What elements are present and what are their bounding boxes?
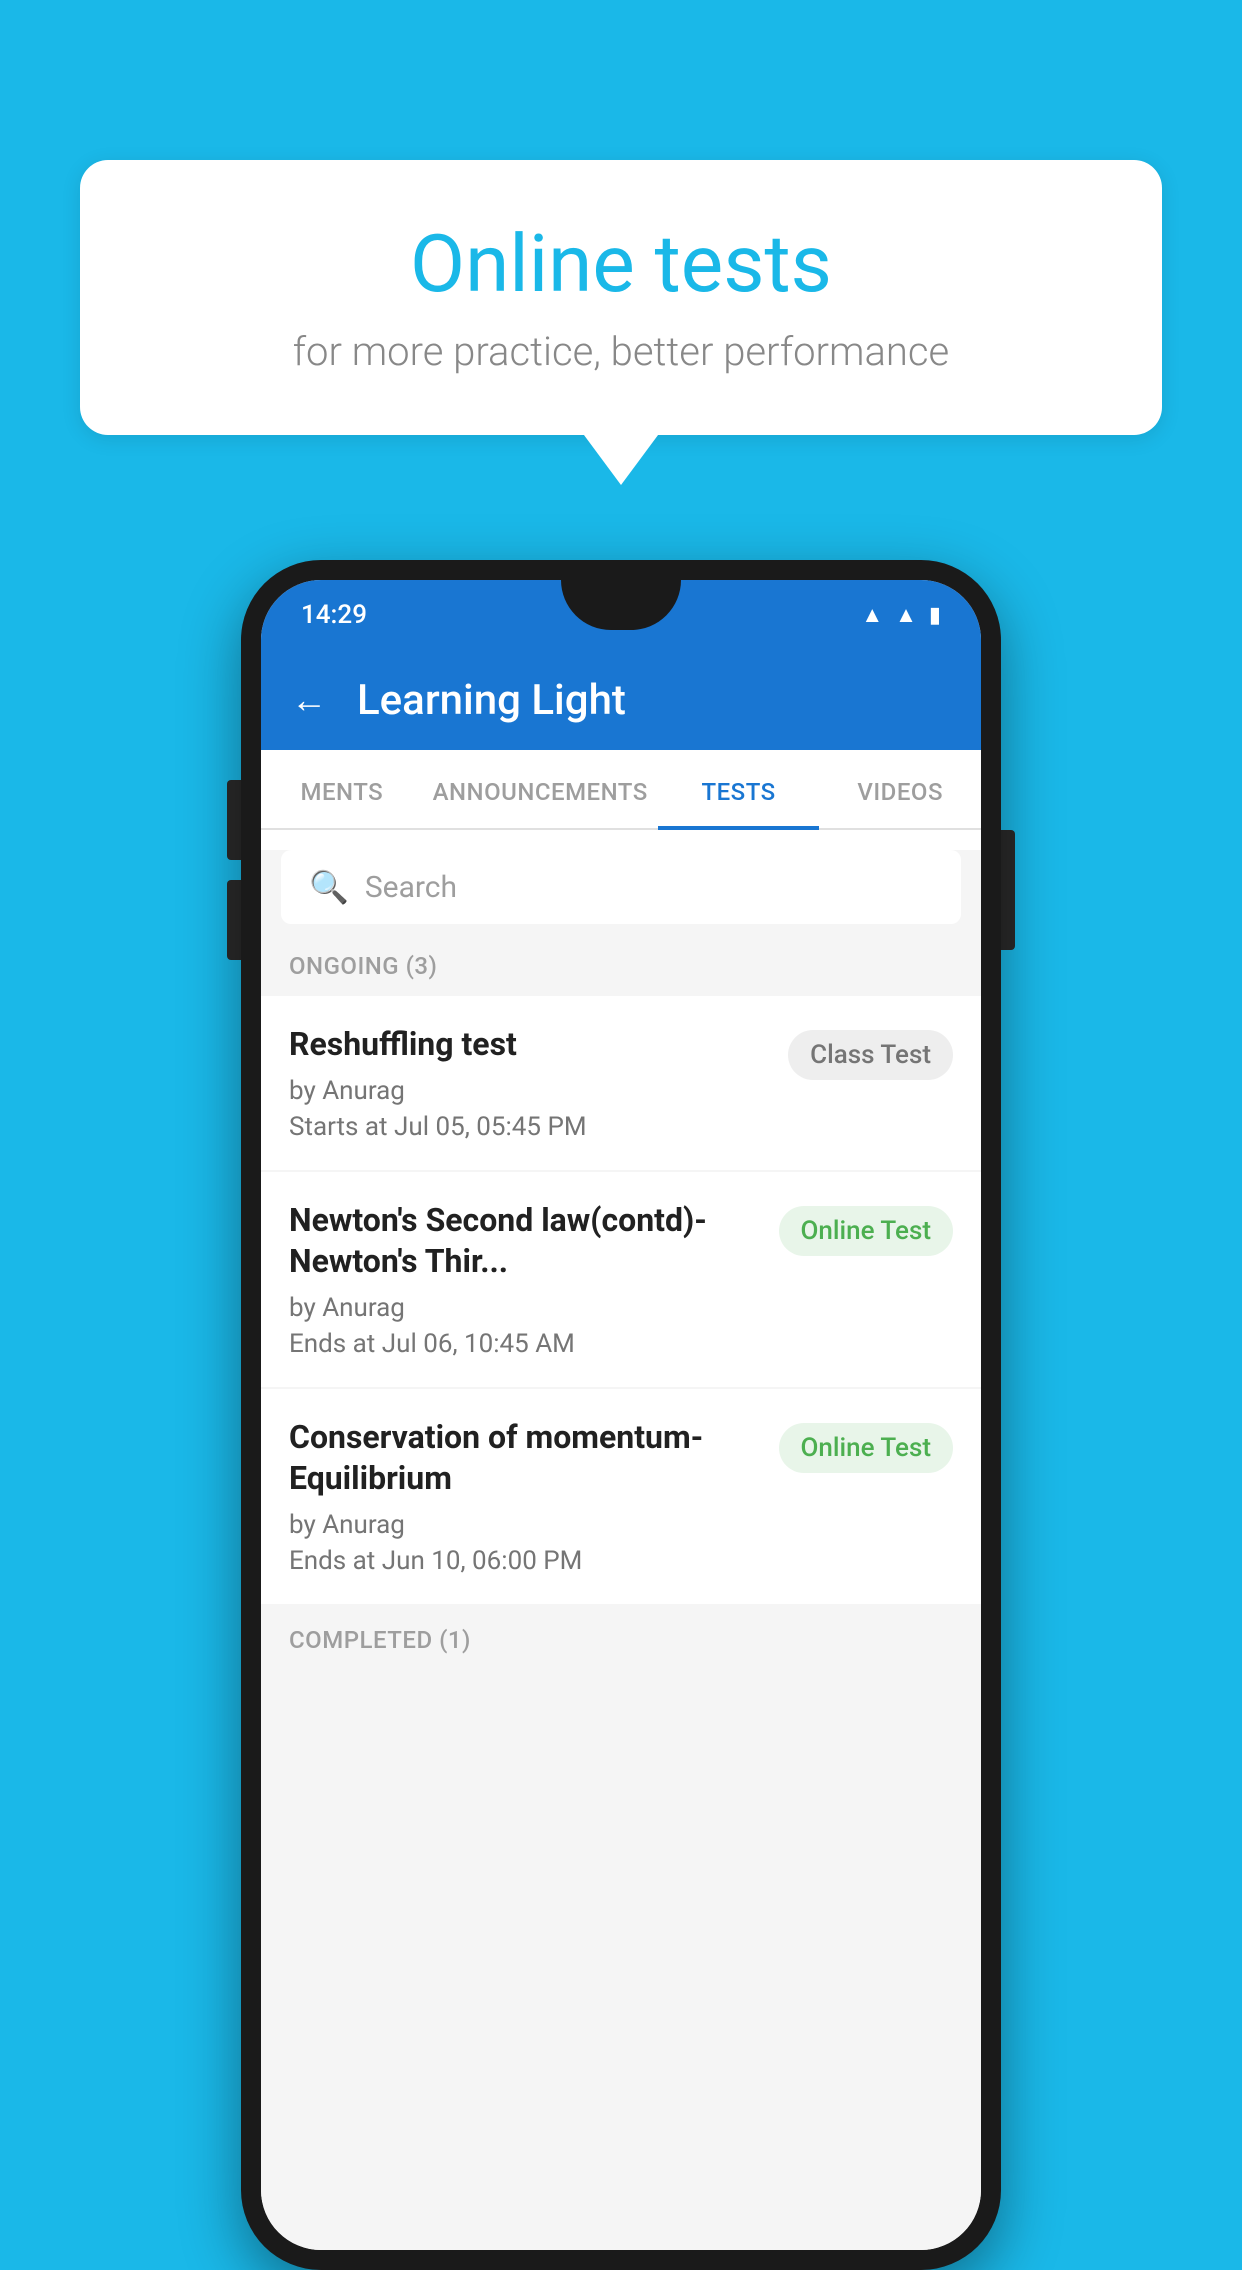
vol-button-down: [227, 880, 241, 960]
test-name-3: Conservation of momentum-Equilibrium: [289, 1417, 759, 1500]
status-icons: ▲ ▲ ▮: [861, 602, 941, 628]
phone-mockup: 14:29 ▲ ▲ ▮ ← Learning Light MENTS: [241, 560, 1001, 2270]
test-card-conservation[interactable]: Conservation of momentum-Equilibrium by …: [261, 1389, 981, 1604]
test-by-3: by Anurag: [289, 1510, 759, 1540]
battery-icon: ▮: [929, 603, 941, 628]
test-card-info: Reshuffling test by Anurag Starts at Jul…: [289, 1024, 788, 1142]
back-button[interactable]: ←: [291, 679, 327, 721]
test-name-1: Reshuffling test: [289, 1024, 768, 1066]
test-by-2: by Anurag: [289, 1293, 759, 1323]
test-time-1: Starts at Jul 05, 05:45 PM: [289, 1112, 768, 1142]
app-bar: ← Learning Light: [261, 650, 981, 750]
vol-button-up: [227, 780, 241, 860]
test-card-newton[interactable]: Newton's Second law(contd)-Newton's Thir…: [261, 1172, 981, 1387]
test-name-2: Newton's Second law(contd)-Newton's Thir…: [289, 1200, 759, 1283]
wifi-icon: ▲: [861, 602, 883, 628]
tab-bar: MENTS ANNOUNCEMENTS TESTS VIDEOS: [261, 750, 981, 830]
content-area: 🔍 Search ONGOING (3) Reshuffling test by…: [261, 850, 981, 2250]
phone-screen: 14:29 ▲ ▲ ▮ ← Learning Light MENTS: [261, 580, 981, 2250]
tab-tests[interactable]: TESTS: [658, 750, 820, 828]
test-time-2: Ends at Jul 06, 10:45 AM: [289, 1329, 759, 1359]
phone-frame: 14:29 ▲ ▲ ▮ ← Learning Light MENTS: [241, 560, 1001, 2270]
tab-videos[interactable]: VIDEOS: [819, 750, 981, 828]
phone-notch: [561, 580, 681, 630]
test-badge-2: Online Test: [779, 1206, 954, 1256]
app-title: Learning Light: [357, 676, 626, 725]
tab-ments[interactable]: MENTS: [261, 750, 423, 828]
power-button: [1001, 830, 1015, 950]
test-card-info-2: Newton's Second law(contd)-Newton's Thir…: [289, 1200, 779, 1359]
search-placeholder: Search: [365, 870, 457, 905]
test-badge-1: Class Test: [788, 1030, 953, 1080]
status-time: 14:29: [301, 600, 367, 630]
test-time-3: Ends at Jun 10, 06:00 PM: [289, 1546, 759, 1576]
status-bar: 14:29 ▲ ▲ ▮: [261, 580, 981, 650]
test-card-reshuffling[interactable]: Reshuffling test by Anurag Starts at Jul…: [261, 996, 981, 1170]
test-by-1: by Anurag: [289, 1076, 768, 1106]
test-card-info-3: Conservation of momentum-Equilibrium by …: [289, 1417, 779, 1576]
search-icon: 🔍: [309, 868, 349, 906]
test-badge-3: Online Test: [779, 1423, 954, 1473]
promo-bubble: Online tests for more practice, better p…: [80, 160, 1162, 435]
tab-announcements[interactable]: ANNOUNCEMENTS: [423, 750, 658, 828]
section-ongoing-label: ONGOING (3): [261, 924, 981, 996]
signal-icon: ▲: [895, 602, 917, 628]
section-completed-label: COMPLETED (1): [261, 1606, 981, 1664]
bubble-title: Online tests: [160, 220, 1082, 308]
bubble-subtitle: for more practice, better performance: [160, 328, 1082, 375]
search-bar[interactable]: 🔍 Search: [281, 850, 961, 924]
